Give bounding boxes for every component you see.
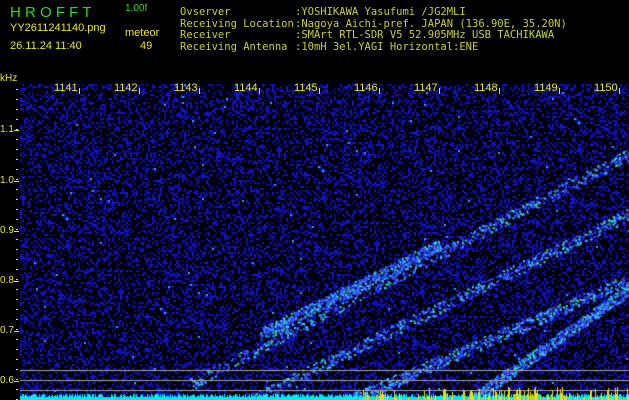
meteor-label: meteor [125,27,160,39]
y-minor-tick [16,89,18,90]
y-minor-tick [16,289,18,290]
y-minor-tick [16,309,18,310]
x-tick [559,88,560,94]
spectrogram [20,84,629,400]
y-minor-tick [16,369,18,370]
y-minor-tick [16,359,18,360]
y-minor-tick [16,249,18,250]
y-minor-tick [16,109,18,110]
y-minor-tick [16,259,18,260]
y-minor-tick [16,379,18,380]
x-tick-label: 1148 [474,82,498,94]
x-tick-label: 1147 [414,82,438,94]
y-minor-tick [16,349,18,350]
y-minor-tick [16,189,18,190]
y-tick [14,381,19,382]
y-minor-tick [16,279,18,280]
info-label-antenna: Receiving Antenna [180,41,288,53]
x-tick [619,88,620,94]
x-tick [499,88,500,94]
x-tick [379,88,380,94]
info-value-observer: :YOSHIKAWA Yasufumi /JG2MLI [295,6,466,18]
y-minor-tick [16,179,18,180]
y-minor-tick [16,129,18,130]
x-tick-label: 1150 [594,82,618,94]
app-title: H R O F F T [10,4,92,21]
y-tick [14,181,19,182]
info-value-location: :Nagoya Aichi-pref. JAPAN (136.90E, 35.2… [295,18,567,30]
y-minor-tick [16,139,18,140]
info-label-observer: Ovserver [180,6,231,18]
y-minor-tick [16,239,18,240]
x-tick-label: 1143 [174,82,198,94]
y-minor-tick [16,219,18,220]
y-minor-tick [16,269,18,270]
y-minor-tick [16,159,18,160]
version-label: 1.00f [125,3,148,14]
info-label-receiver: Receiver [180,29,231,41]
x-tick-label: 1144 [234,82,258,94]
info-value-antenna: :10mH 3el.YAGI Horizontal:ENE [295,41,479,53]
x-tick-label: 1146 [354,82,378,94]
x-tick [439,88,440,94]
info-value-receiver: :SMArt RTL-SDR V5 52.905MHz USB TACHIKAW… [295,29,555,41]
x-tick [79,88,80,94]
x-tick-label: 1149 [534,82,558,94]
x-tick [319,88,320,94]
y-minor-tick [16,209,18,210]
datetime-label: 26.11.24 11:40 [10,40,82,52]
x-tick-label: 1141 [54,82,78,94]
info-label-location: Receiving Location [180,18,294,30]
y-unit-label: kHz [0,73,18,84]
y-minor-tick [16,319,18,320]
y-minor-tick [16,99,18,100]
y-tick [14,331,19,332]
y-minor-tick [16,119,18,120]
y-minor-tick [16,329,18,330]
x-tick-label: 1145 [294,82,318,94]
y-minor-tick [16,299,18,300]
filename-label: YY2611241140.png [10,22,106,34]
x-tick [139,88,140,94]
y-tick [14,231,19,232]
y-minor-tick [16,199,18,200]
meteor-count: 49 [140,40,153,52]
x-tick [259,88,260,94]
y-minor-tick [16,339,18,340]
y-tick [14,281,19,282]
y-minor-tick [16,229,18,230]
y-minor-tick [16,149,18,150]
x-tick-label: 1142 [114,82,138,94]
y-tick [14,130,19,131]
y-minor-tick [16,169,18,170]
x-tick [199,88,200,94]
y-minor-tick [16,389,18,390]
